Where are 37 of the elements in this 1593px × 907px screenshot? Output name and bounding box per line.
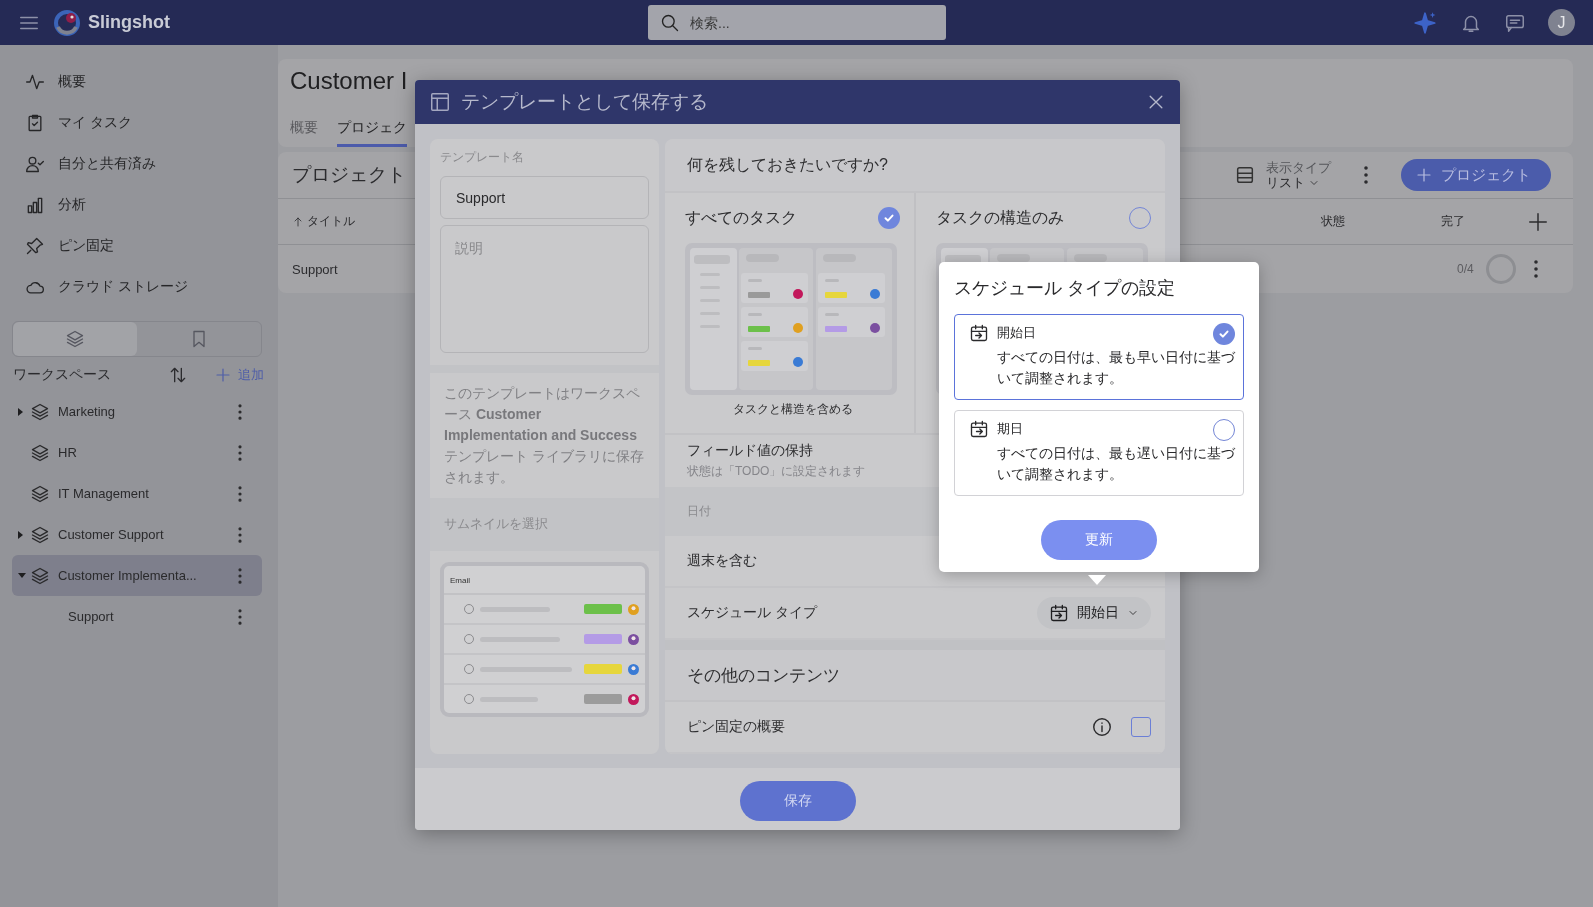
workspace-name: Marketing: [58, 404, 117, 419]
nav-label: 分析: [58, 195, 86, 214]
app-name: Slingshot: [88, 12, 170, 33]
option-title: 開始日: [997, 324, 1036, 342]
setting-label: 週末を含む: [687, 552, 758, 570]
setting-label: ピン固定の概要: [687, 718, 786, 736]
section-title: プロジェクト: [292, 163, 406, 187]
workspace-name: HR: [58, 445, 78, 460]
option-title: すべてのタスク: [685, 207, 797, 228]
option-description: すべての日付は、最も早い日付に基づいて調整されます。: [996, 349, 1235, 388]
nav-label: マイ タスク: [58, 113, 132, 132]
thumbnail-title: Email: [444, 566, 645, 595]
section-title: ワークスペース: [13, 366, 112, 384]
workspace-name: Support: [68, 609, 115, 624]
nav-label: 自分と共有済み: [58, 154, 156, 173]
info-text: このテンプレートはワークスペース Customer Implementation and Success テンプレート ライブラリに保存されます。: [430, 373, 659, 498]
table-cell-text: Support: [292, 261, 339, 277]
page-title: Customer I: [290, 67, 409, 95]
question-title: 何を残しておきたいですか?: [665, 139, 1165, 193]
option-title: タスクの構造のみ: [936, 207, 1064, 228]
nav-label: 概要: [58, 72, 86, 91]
setting-title: フィールド値の保持: [687, 442, 813, 460]
option-title: 期日: [997, 420, 1023, 438]
setting-label: スケジュール タイプ: [687, 604, 819, 622]
workspace-name: IT Management: [58, 486, 150, 501]
progress-count: 0/4: [1457, 262, 1474, 276]
popup-title: スケジュール タイプの設定: [954, 277, 1176, 300]
setting-subtitle: 状態は「TODO」に設定されます: [687, 463, 866, 480]
workspace-name: Customer Implementa...: [58, 568, 198, 583]
dialog-title: テンプレートとして保存する: [461, 90, 709, 114]
nav-label: クラウド ストレージ: [58, 277, 188, 296]
workspace-name: Customer Support: [58, 527, 165, 542]
option-caption: タスクと構造を含める: [731, 401, 854, 418]
section-title: その他のコンテンツ: [665, 650, 1165, 702]
option-description: すべての日付は、最も遅い日付に基づいて調整されます。: [996, 445, 1235, 484]
nav-label: ピン固定: [58, 236, 114, 255]
view-type-label: 表示タイプ: [1266, 160, 1331, 175]
